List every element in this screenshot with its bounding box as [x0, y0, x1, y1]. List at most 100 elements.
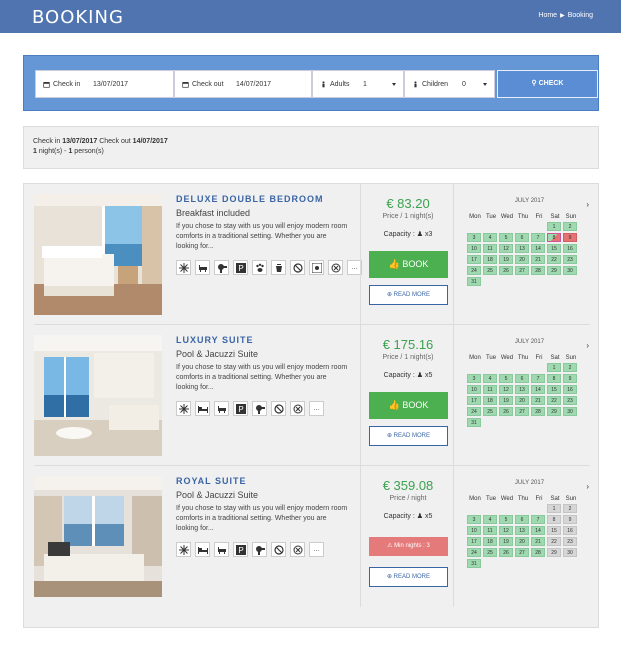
checkout-value[interactable]: 14/07/2017: [236, 81, 271, 88]
calendar-day[interactable]: 11: [483, 385, 497, 394]
room-photo[interactable]: [34, 335, 162, 456]
calendar-day[interactable]: 24: [467, 548, 481, 557]
chevron-right-icon[interactable]: ›: [586, 342, 589, 350]
room-photo[interactable]: [34, 194, 162, 315]
calendar-day[interactable]: 7: [531, 515, 545, 524]
checkin-value[interactable]: 13/07/2017: [93, 81, 128, 88]
calendar-day[interactable]: 3: [467, 515, 481, 524]
calendar-day[interactable]: 20: [515, 255, 529, 264]
calendar-day[interactable]: 13: [515, 526, 529, 535]
book-button[interactable]: 👍 BOOK: [369, 251, 448, 278]
calendar-day[interactable]: 26: [499, 548, 513, 557]
calendar-day[interactable]: 23: [563, 537, 577, 546]
calendar-day[interactable]: 4: [483, 233, 497, 242]
calendar-day[interactable]: 5: [499, 374, 513, 383]
adults-select[interactable]: Adults 1: [312, 70, 404, 98]
calendar-day[interactable]: 7: [531, 374, 545, 383]
calendar-day[interactable]: 17: [467, 255, 481, 264]
calendar-day[interactable]: 12: [499, 526, 513, 535]
calendar-day[interactable]: 26: [499, 266, 513, 275]
calendar-day[interactable]: 5: [499, 233, 513, 242]
calendar-day[interactable]: 15: [547, 385, 561, 394]
calendar-day[interactable]: 14: [531, 526, 545, 535]
read-more-button[interactable]: ⊕ READ MORE: [369, 426, 448, 446]
calendar-day[interactable]: 16: [563, 385, 577, 394]
calendar-day[interactable]: 25: [483, 407, 497, 416]
room-name[interactable]: DELUXE DOUBLE BEDROOM: [176, 194, 324, 204]
calendar-day[interactable]: 27: [515, 266, 529, 275]
calendar-day[interactable]: 15: [547, 244, 561, 253]
calendar-day[interactable]: 11: [483, 526, 497, 535]
calendar-day[interactable]: 4: [483, 515, 497, 524]
calendar-day[interactable]: 28: [531, 266, 545, 275]
room-name[interactable]: ROYAL SUITE: [176, 476, 247, 486]
calendar-day[interactable]: 24: [467, 407, 481, 416]
calendar-day[interactable]: 1: [547, 504, 561, 513]
book-button[interactable]: 👍 BOOK: [369, 392, 448, 419]
calendar-day[interactable]: 18: [483, 396, 497, 405]
room-name[interactable]: LUXURY SUITE: [176, 335, 254, 345]
calendar-day[interactable]: 16: [563, 244, 577, 253]
calendar-day[interactable]: 31: [467, 277, 481, 286]
calendar-day[interactable]: 8: [547, 374, 561, 383]
calendar-day[interactable]: 6: [515, 515, 529, 524]
calendar-day[interactable]: 2: [563, 222, 577, 231]
calendar-day[interactable]: 19: [499, 537, 513, 546]
calendar-day[interactable]: 31: [467, 559, 481, 568]
calendar-day[interactable]: 20: [515, 396, 529, 405]
calendar-day[interactable]: 25: [483, 266, 497, 275]
calendar-day[interactable]: 23: [563, 396, 577, 405]
calendar-day[interactable]: 28: [531, 407, 545, 416]
calendar-day[interactable]: 4: [483, 374, 497, 383]
calendar-day[interactable]: 11: [483, 244, 497, 253]
calendar-day[interactable]: 22: [547, 396, 561, 405]
calendar-day[interactable]: 22: [547, 255, 561, 264]
calendar-day[interactable]: 13: [515, 244, 529, 253]
calendar-day[interactable]: 18: [483, 537, 497, 546]
calendar-day[interactable]: 22: [547, 537, 561, 546]
check-button[interactable]: ⚲ CHECK: [497, 70, 598, 98]
calendar-day[interactable]: 9: [563, 233, 577, 242]
calendar-day[interactable]: 27: [515, 407, 529, 416]
calendar-day[interactable]: 5: [499, 515, 513, 524]
calendar-day[interactable]: 7: [531, 233, 545, 242]
calendar-day[interactable]: 25: [483, 548, 497, 557]
calendar-day[interactable]: 6: [515, 374, 529, 383]
calendar-day[interactable]: 30: [563, 266, 577, 275]
calendar-day[interactable]: 27: [515, 548, 529, 557]
calendar-day[interactable]: 23: [563, 255, 577, 264]
calendar-day[interactable]: 9: [563, 515, 577, 524]
calendar-day[interactable]: 20: [515, 537, 529, 546]
read-more-button[interactable]: ⊕ READ MORE: [369, 285, 448, 305]
calendar-day[interactable]: 6: [515, 233, 529, 242]
calendar-day[interactable]: 8: [547, 515, 561, 524]
chevron-right-icon[interactable]: ›: [586, 483, 589, 491]
calendar-day[interactable]: 10: [467, 385, 481, 394]
calendar-day[interactable]: 28: [531, 548, 545, 557]
calendar-day[interactable]: 16: [563, 526, 577, 535]
calendar-day[interactable]: 1: [547, 222, 561, 231]
children-select[interactable]: Children 0: [404, 70, 495, 98]
calendar-day[interactable]: 21: [531, 537, 545, 546]
calendar-day[interactable]: 12: [499, 244, 513, 253]
calendar-day[interactable]: 3: [467, 233, 481, 242]
calendar-day[interactable]: 29: [547, 548, 561, 557]
calendar-day[interactable]: 10: [467, 526, 481, 535]
calendar-day[interactable]: 9: [563, 374, 577, 383]
calendar-day[interactable]: 10: [467, 244, 481, 253]
calendar-day[interactable]: 30: [563, 407, 577, 416]
calendar-day[interactable]: 26: [499, 407, 513, 416]
calendar-day[interactable]: 13: [515, 385, 529, 394]
calendar-day[interactable]: 17: [467, 537, 481, 546]
calendar-day[interactable]: 30: [563, 548, 577, 557]
calendar-day[interactable]: 8: [547, 233, 561, 242]
calendar-day[interactable]: 31: [467, 418, 481, 427]
calendar-day[interactable]: 14: [531, 244, 545, 253]
calendar-day[interactable]: 19: [499, 396, 513, 405]
calendar-day[interactable]: 3: [467, 374, 481, 383]
calendar-day[interactable]: 2: [563, 504, 577, 513]
calendar-day[interactable]: 12: [499, 385, 513, 394]
calendar-day[interactable]: 21: [531, 396, 545, 405]
calendar-day[interactable]: 2: [563, 363, 577, 372]
calendar-day[interactable]: 14: [531, 385, 545, 394]
